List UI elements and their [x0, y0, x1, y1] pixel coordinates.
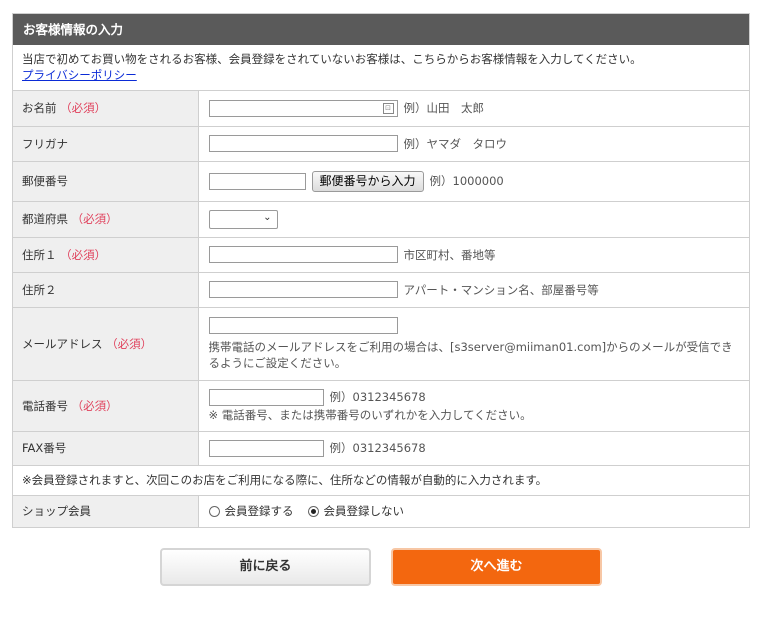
no-register-label[interactable]: 会員登録しない — [324, 504, 405, 518]
back-button[interactable]: 前に戻る — [160, 548, 371, 586]
value-cell: 携帯電話のメールアドレスをご利用の場合は、[s3server@miiman01.… — [198, 307, 749, 381]
value-cell: 会員登録する 会員登録しない — [198, 495, 749, 527]
form-table: お名前 （必須） ⊡ 例）山田 太郎 フリガナ 例）ヤマダ タロウ 郵便番号 郵便… — [13, 91, 749, 527]
customer-info-panel: お客様情報の入力 当店で初めてお買い物をされるお客様、会員登録をされていないお客… — [12, 13, 750, 528]
value-cell: ⌄ — [198, 201, 749, 238]
fax-hint: 例）0312345678 — [329, 441, 426, 455]
row-tel: 電話番号 （必須） 例）0312345678 ※ 電話番号、または携帯番号のいず… — [13, 380, 749, 432]
intro-text: 当店で初めてお買い物をされるお客様、会員登録をされていないお客様は、こちらからお… — [22, 52, 642, 66]
addr2-label: 住所２ — [22, 282, 57, 297]
value-cell: 郵便番号から入力 例）1000000 — [198, 161, 749, 202]
label-cell: 郵便番号 — [13, 161, 199, 202]
addr1-label: 住所１ — [22, 247, 57, 262]
next-button[interactable]: 次へ進む — [391, 548, 602, 586]
value-cell: アパート・マンション名、部屋番号等 — [198, 272, 749, 308]
row-pref: 都道府県 （必須） ⌄ — [13, 201, 749, 238]
value-cell: 市区町村、番地等 — [198, 237, 749, 273]
address1-input[interactable] — [208, 246, 398, 263]
zip-label: 郵便番号 — [22, 174, 68, 188]
member-note: ※会員登録されますと、次回このお店をご利用になる際に、住所などの情報が自動的に入… — [13, 465, 749, 496]
label-cell: フリガナ — [13, 126, 199, 162]
fax-label: FAX番号 — [22, 441, 67, 455]
pref-label: 都道府県 — [22, 212, 68, 226]
addr2-hint: アパート・マンション名、部屋番号等 — [403, 282, 599, 297]
email-note: 携帯電話のメールアドレスをご利用の場合は、[s3server@miiman01.… — [208, 340, 733, 370]
label-cell: 住所１ （必須） — [13, 237, 199, 273]
tel-hint: 例）0312345678 — [329, 390, 426, 404]
row-member-note: ※会員登録されますと、次回このお店をご利用になる際に、住所などの情報が自動的に入… — [13, 465, 749, 496]
label-cell: 住所２ — [13, 272, 199, 308]
address2-input[interactable] — [208, 281, 398, 298]
row-name: お名前 （必須） ⊡ 例）山田 太郎 — [13, 91, 749, 127]
name-hint: 例）山田 太郎 — [403, 101, 485, 116]
zip-input[interactable] — [208, 172, 306, 190]
row-kana: フリガナ 例）ヤマダ タロウ — [13, 126, 749, 162]
value-cell: 例）0312345678 ※ 電話番号、または携帯番号のいずれかを入力してくださ… — [198, 380, 749, 432]
label-cell: 電話番号 （必須） — [13, 380, 199, 432]
register-member-radio[interactable] — [208, 505, 220, 517]
panel-title: お客様情報の入力 — [13, 14, 749, 45]
row-fax: FAX番号 例）0312345678 — [13, 431, 749, 466]
privacy-policy-link[interactable]: プライバシーポリシー — [22, 68, 137, 82]
email-input[interactable] — [208, 317, 398, 334]
label-cell: FAX番号 — [13, 431, 199, 466]
name-input[interactable]: ⊡ — [208, 99, 398, 117]
row-addr2: 住所２ アパート・マンション名、部屋番号等 — [13, 272, 749, 308]
addr1-hint: 市区町村、番地等 — [403, 247, 496, 262]
kana-hint: 例）ヤマダ タロウ — [403, 136, 508, 151]
label-cell: ショップ会員 — [13, 495, 199, 527]
intro-text-block: 当店で初めてお買い物をされるお客様、会員登録をされていないお客様は、こちらからお… — [13, 45, 749, 91]
chevron-down-icon: ⌄ — [263, 211, 272, 223]
row-email: メールアドレス （必須） 携帯電話のメールアドレスをご利用の場合は、[s3ser… — [13, 307, 749, 381]
required-mark: （必須） — [60, 247, 107, 262]
zip-lookup-button[interactable]: 郵便番号から入力 — [311, 170, 424, 192]
value-cell: 例）ヤマダ タロウ — [198, 126, 749, 162]
shop-member-label: ショップ会員 — [22, 504, 91, 519]
register-member-label[interactable]: 会員登録する — [225, 504, 294, 518]
prefecture-select[interactable]: ⌄ — [208, 209, 278, 229]
label-cell: お名前 （必須） — [13, 91, 199, 127]
kana-input[interactable] — [208, 135, 398, 152]
value-cell: ⊡ 例）山田 太郎 — [198, 91, 749, 127]
name-label: お名前 — [22, 101, 57, 116]
fax-input[interactable] — [208, 439, 324, 457]
contact-card-icon: ⊡ — [382, 102, 394, 114]
kana-label: フリガナ — [22, 136, 68, 151]
required-mark: （必須） — [71, 212, 118, 226]
row-zip: 郵便番号 郵便番号から入力 例）1000000 — [13, 161, 749, 202]
row-shop-member: ショップ会員 会員登録する 会員登録しない — [13, 495, 749, 527]
no-register-radio[interactable] — [307, 505, 319, 517]
row-addr1: 住所１ （必須） 市区町村、番地等 — [13, 237, 749, 273]
email-label: メールアドレス — [22, 336, 103, 351]
required-mark: （必須） — [71, 398, 118, 413]
tel-input[interactable] — [208, 388, 324, 406]
zip-hint: 例）1000000 — [429, 174, 504, 188]
value-cell: 例）0312345678 — [198, 431, 749, 466]
label-cell: メールアドレス （必須） — [13, 307, 199, 381]
tel-label: 電話番号 — [22, 398, 68, 413]
required-mark: （必須） — [106, 336, 153, 351]
required-mark: （必須） — [60, 101, 107, 116]
label-cell: 都道府県 （必須） — [13, 201, 199, 238]
tel-note: ※ 電話番号、または携帯番号のいずれかを入力してください。 — [208, 407, 532, 422]
